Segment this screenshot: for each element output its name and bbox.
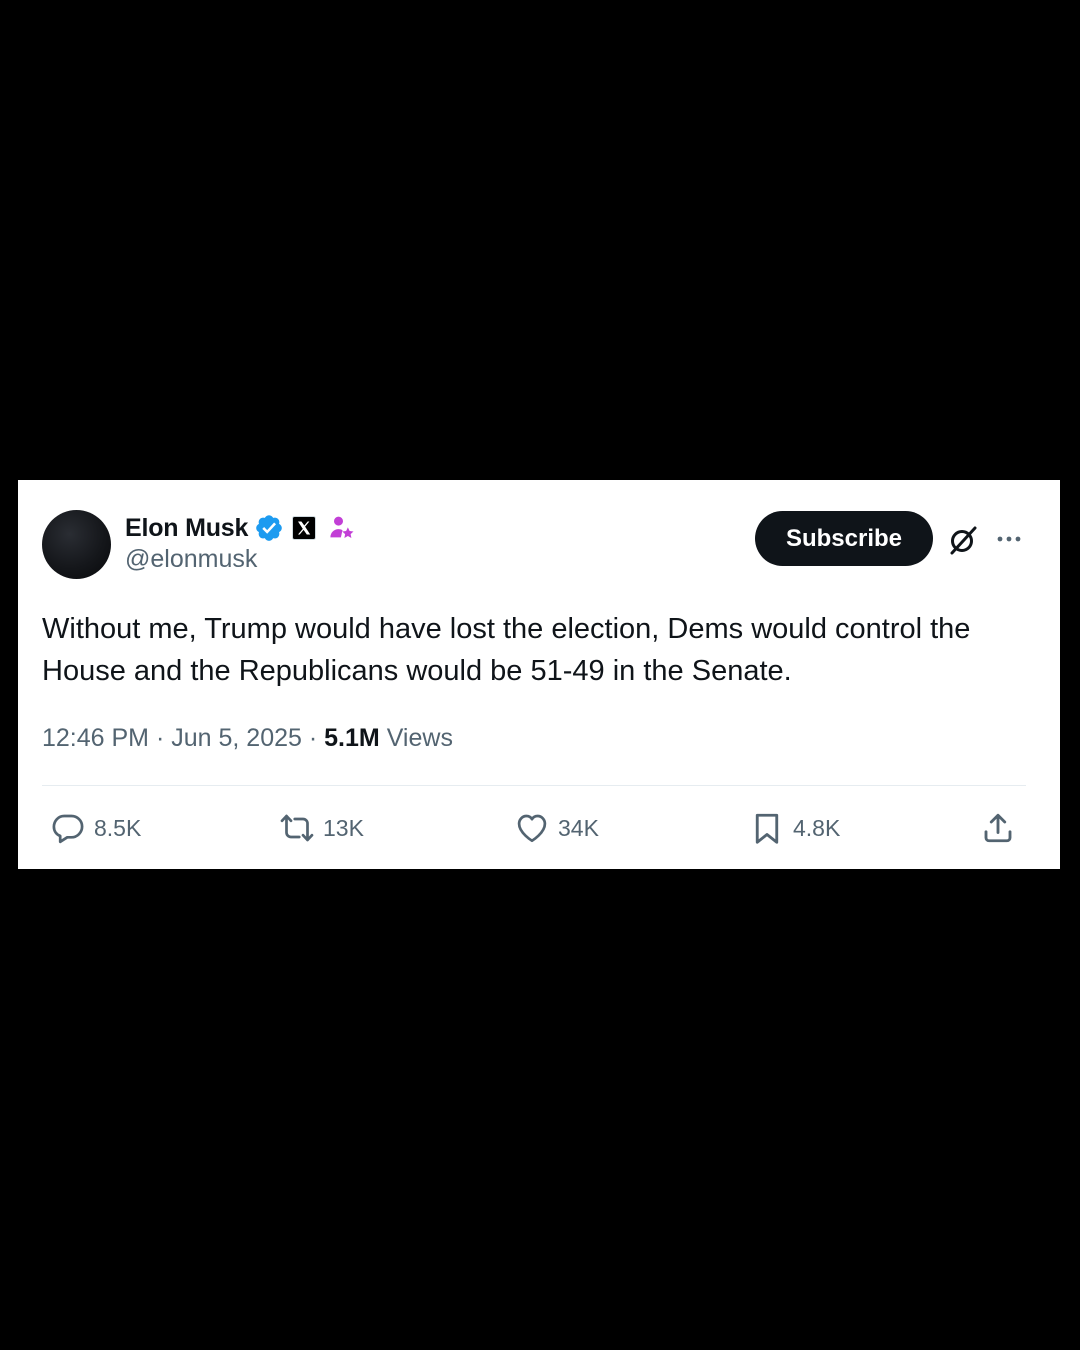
bookmark-count: 4.8K bbox=[793, 814, 841, 841]
reply-count: 8.5K bbox=[94, 814, 142, 841]
author-name[interactable]: Elon Musk bbox=[125, 514, 248, 543]
bookmark-button[interactable]: 4.8K bbox=[749, 809, 840, 847]
tweet-date[interactable]: Jun 5, 2025 bbox=[171, 724, 302, 752]
avatar[interactable] bbox=[42, 510, 111, 579]
more-options-icon[interactable] bbox=[994, 528, 1024, 550]
reply-icon bbox=[52, 814, 84, 844]
like-count: 34K bbox=[558, 814, 599, 841]
action-bar: 8.5K 13K 34K 4.8K bbox=[18, 809, 1060, 849]
government-affiliate-icon bbox=[330, 516, 354, 538]
tweet-text: Without me, Trump would have lost the el… bbox=[42, 613, 971, 687]
like-button[interactable]: 34K bbox=[514, 809, 599, 847]
repost-count: 13K bbox=[323, 814, 364, 841]
author-handle[interactable]: @elonmusk bbox=[125, 545, 257, 574]
bookmark-icon bbox=[755, 813, 779, 844]
x-affiliation-icon bbox=[292, 516, 317, 540]
views-label: Views bbox=[386, 724, 453, 752]
author-name-row: Elon Musk bbox=[125, 512, 356, 544]
meta-separator: · bbox=[155, 724, 172, 752]
views-count: 5.1M bbox=[324, 724, 380, 752]
tweet-card: Elon Musk @elonmusk Subscribe Without me… bbox=[18, 480, 1060, 869]
share-icon bbox=[984, 813, 1012, 843]
tweet-time[interactable]: 12:46 PM bbox=[42, 724, 149, 752]
repost-icon bbox=[280, 814, 314, 842]
divider bbox=[42, 785, 1026, 786]
meta-separator: · bbox=[308, 724, 325, 752]
tweet-meta: 12:46 PM · Jun 5, 2025 · 5.1M Views bbox=[42, 724, 453, 753]
reply-button[interactable]: 8.5K bbox=[50, 809, 141, 847]
share-button[interactable] bbox=[980, 809, 1016, 847]
subscribe-button[interactable]: Subscribe bbox=[755, 511, 933, 566]
heart-icon bbox=[517, 814, 547, 843]
grok-icon[interactable] bbox=[947, 524, 979, 556]
repost-button[interactable]: 13K bbox=[279, 809, 364, 847]
verified-badge-icon bbox=[256, 515, 283, 541]
